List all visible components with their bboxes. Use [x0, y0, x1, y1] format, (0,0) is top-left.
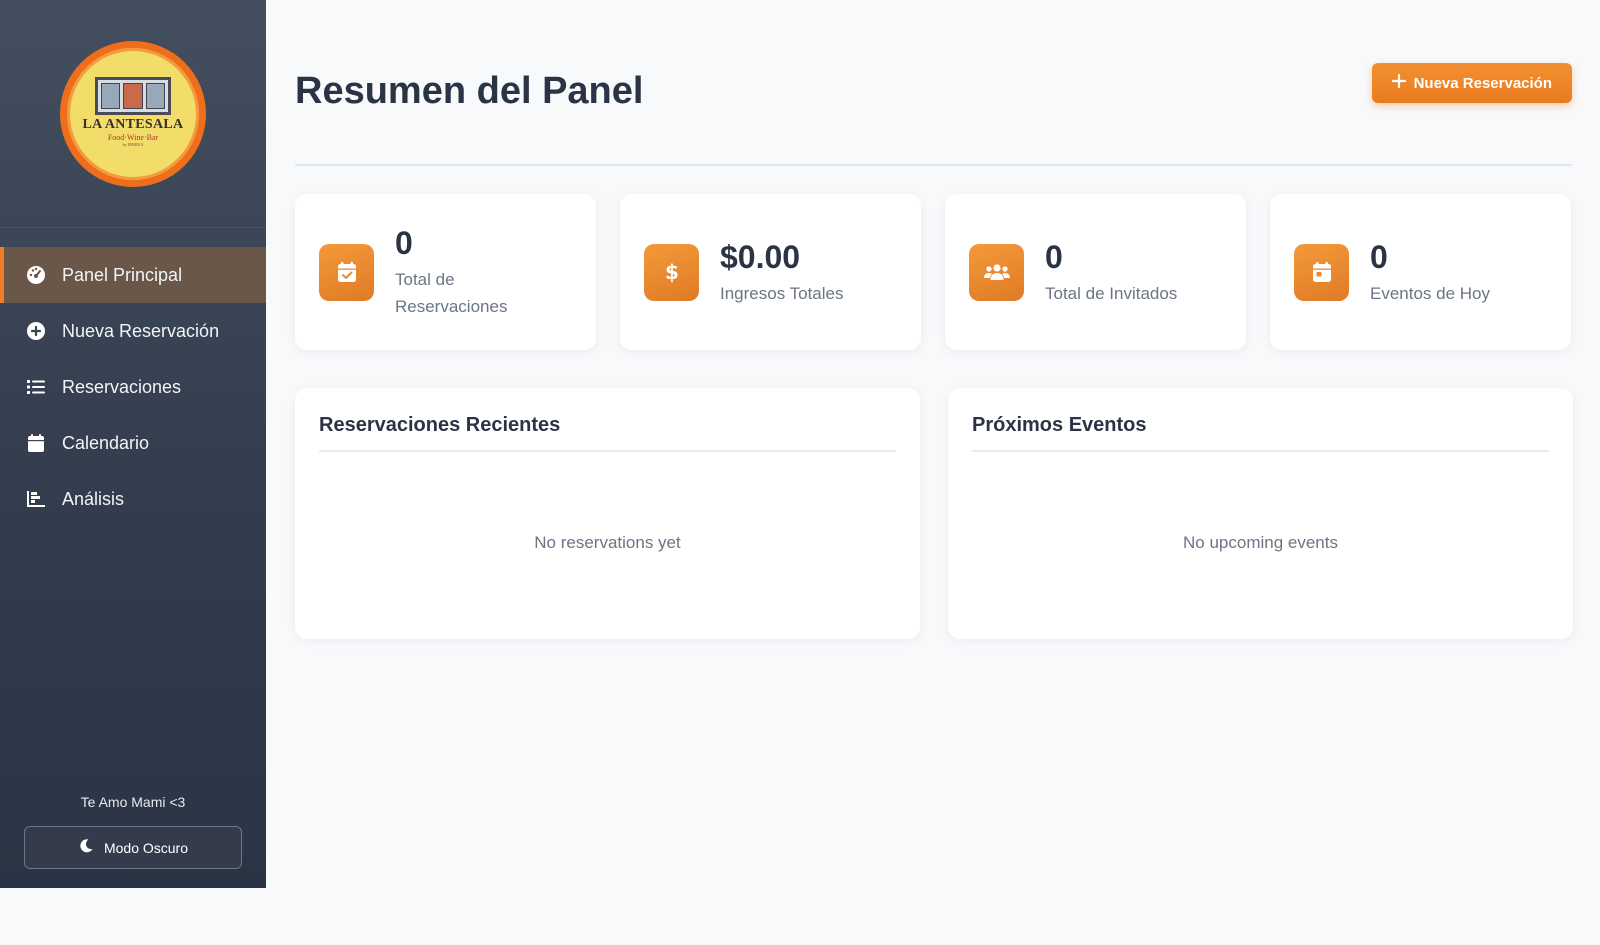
- brand-name: LA ANTESALA: [82, 116, 184, 132]
- dollar-icon: $: [644, 243, 699, 301]
- users-icon: [969, 243, 1024, 301]
- sidebar-item-nueva-reservacion[interactable]: Nueva Reservación: [0, 303, 266, 359]
- page-title: Resumen del Panel: [295, 69, 644, 112]
- panels-row: Reservaciones Recientes No reservations …: [295, 388, 1573, 639]
- svg-text:$: $: [665, 260, 679, 284]
- stat-label: Eventos de Hoy: [1370, 283, 1491, 303]
- dark-mode-toggle[interactable]: Modo Oscuro: [24, 826, 242, 869]
- main-content: Resumen del Panel Nueva Reservación 0 To…: [295, 0, 1573, 639]
- sidebar-item-analisis[interactable]: Análisis: [0, 471, 266, 527]
- sidebar-item-label: Reservaciones: [62, 376, 182, 397]
- calendar-icon: [25, 432, 47, 454]
- stat-value: 0: [1045, 238, 1063, 275]
- new-reservation-label: Nueva Reservación: [1413, 74, 1552, 92]
- logo-building-icon: [95, 76, 171, 115]
- panel-title: Próximos Eventos: [972, 414, 1549, 452]
- sidebar-item-panel-principal[interactable]: Panel Principal: [0, 247, 266, 303]
- panel-title: Reservaciones Recientes: [319, 414, 896, 452]
- new-reservation-button[interactable]: Nueva Reservación: [1371, 63, 1572, 103]
- empty-state-text: No reservations yet: [534, 533, 681, 552]
- chart-icon: [25, 488, 47, 510]
- stats-row: 0 Total de Reservaciones $ $0.00 Ingreso…: [295, 194, 1572, 350]
- stat-value: 0: [1370, 238, 1388, 275]
- sidebar-item-calendario[interactable]: Calendario: [0, 415, 266, 471]
- recent-reservations-panel: Reservaciones Recientes No reservations …: [295, 388, 920, 639]
- empty-state-text: No upcoming events: [1183, 533, 1338, 552]
- calendar-check-icon: [319, 243, 374, 301]
- sidebar-footer: Te Amo Mami <3 Modo Oscuro: [0, 794, 266, 888]
- sidebar-item-reservaciones[interactable]: Reservaciones: [0, 359, 266, 415]
- sidebar-item-label: Nueva Reservación: [62, 320, 220, 341]
- dashboard-icon: [25, 264, 47, 286]
- stat-card-revenue: $ $0.00 Ingresos Totales: [620, 194, 921, 350]
- stat-label: Total de Reservaciones: [395, 270, 508, 316]
- stat-card-events-today: 0 Eventos de Hoy: [1270, 194, 1571, 350]
- sidebar-item-label: Panel Principal: [62, 264, 183, 285]
- logo-area: LA ANTESALA Food·Wine·Bar by FERRUA: [0, 0, 266, 228]
- stat-value: 0: [395, 225, 413, 261]
- stat-value: $0.00: [720, 238, 801, 275]
- stat-label: Total de Invitados: [1045, 283, 1178, 303]
- brand-logo[interactable]: LA ANTESALA Food·Wine·Bar by FERRUA: [60, 40, 206, 187]
- stat-card-reservations: 0 Total de Reservaciones: [295, 194, 596, 350]
- dark-mode-label: Modo Oscuro: [103, 839, 189, 856]
- moon-icon: [78, 838, 94, 857]
- brand-tagline: Food·Wine·Bar: [107, 132, 159, 142]
- upcoming-events-panel: Próximos Eventos No upcoming events: [948, 388, 1573, 639]
- brand-small-print: by FERRUA: [122, 141, 144, 147]
- sidebar-item-label: Análisis: [62, 488, 125, 509]
- page-header: Resumen del Panel Nueva Reservación: [295, 0, 1572, 166]
- stat-card-guests: 0 Total de Invitados: [945, 194, 1246, 350]
- sidebar-nav: Panel Principal Nueva Reservación Reserv…: [0, 247, 266, 527]
- footer-text: Te Amo Mami <3: [80, 794, 186, 810]
- sidebar-item-label: Calendario: [62, 432, 150, 453]
- sidebar: LA ANTESALA Food·Wine·Bar by FERRUA Pane…: [0, 0, 266, 888]
- calendar-day-icon: [1294, 243, 1349, 301]
- plus-icon: [1391, 73, 1406, 92]
- plus-circle-icon: [25, 320, 47, 342]
- list-icon: [25, 376, 47, 398]
- stat-label: Ingresos Totales: [720, 283, 844, 303]
